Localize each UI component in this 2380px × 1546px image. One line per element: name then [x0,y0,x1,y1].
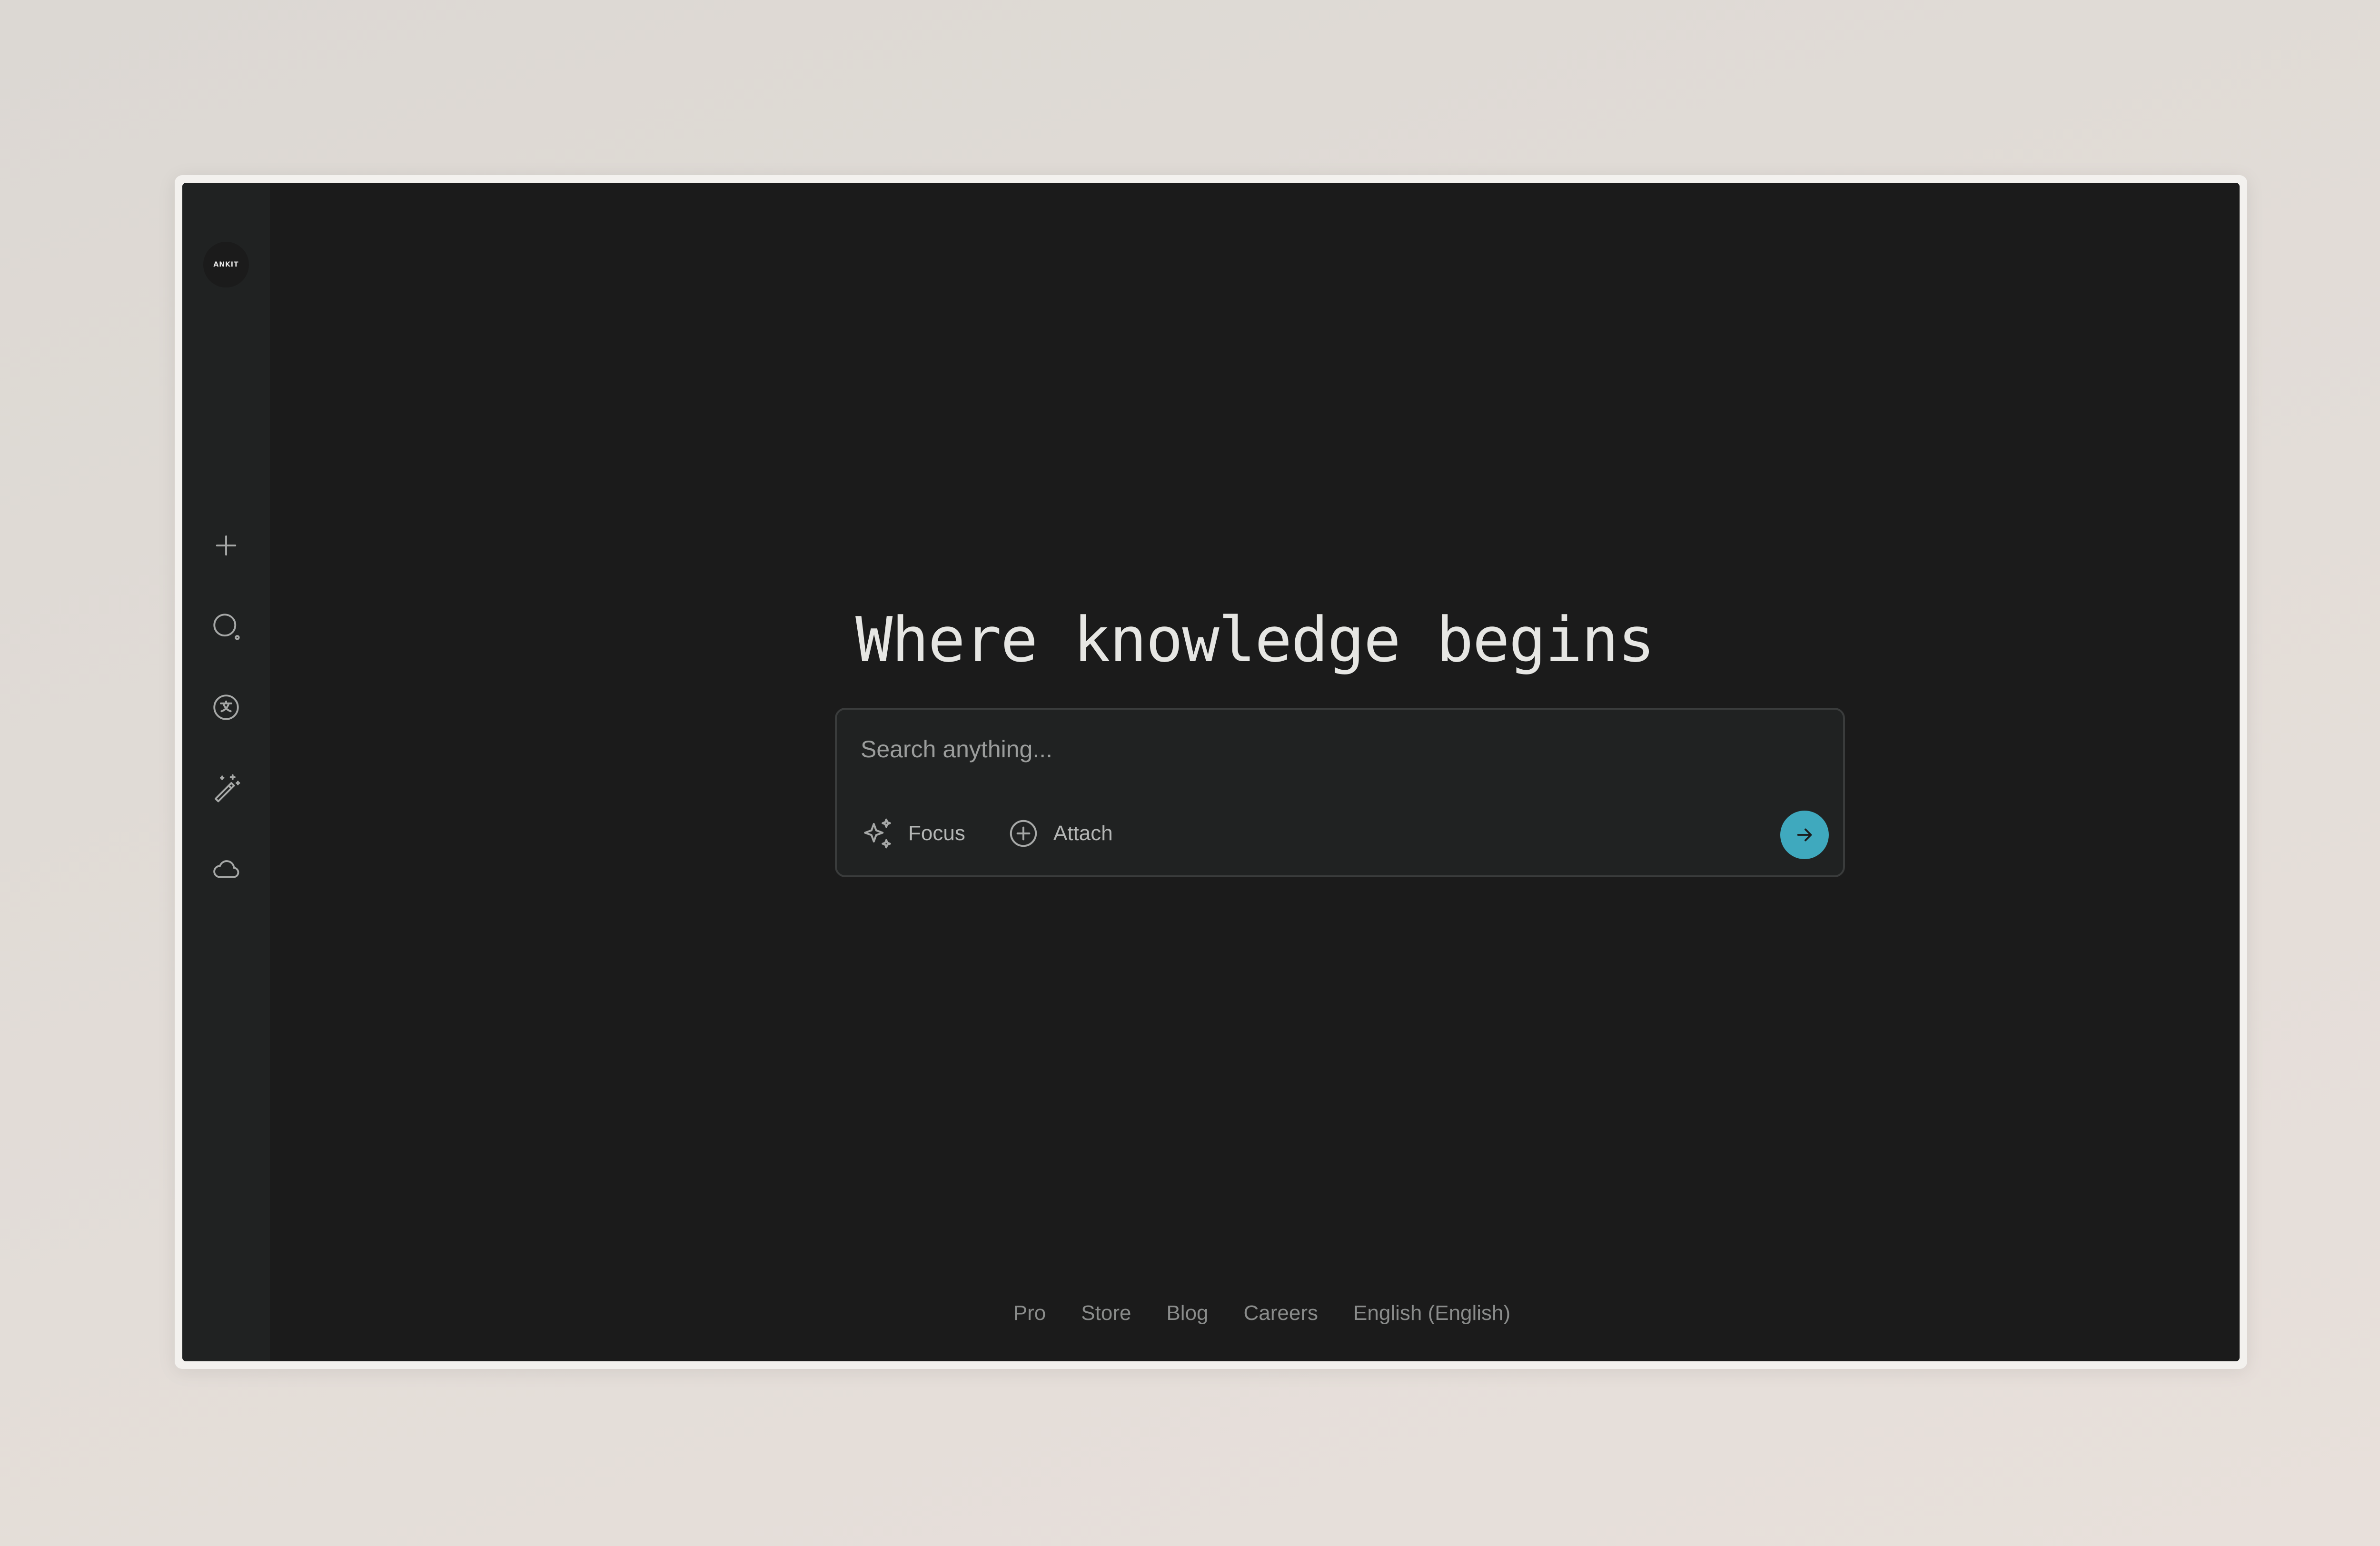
search-box: Focus Attach [835,708,1845,877]
magic-nav-button[interactable] [209,771,243,805]
app-window: ANKIT Where knowledge begins Search anyt… [182,183,2240,1361]
footer-link-pro[interactable]: Pro [1013,1301,1046,1325]
search-input[interactable] [860,730,1766,769]
magic-wand-icon [215,774,240,803]
arrow-right-icon [1797,828,1812,842]
focus-button[interactable]: Focus [861,812,965,855]
logo[interactable]: ANKIT [203,242,249,287]
browser-frame: ANKIT Where knowledge begins Search anyt… [175,175,2247,1369]
page-title: Where knowledge begins [855,604,1655,676]
cloud-nav-button[interactable] [209,852,243,886]
search-nav-button[interactable] [209,609,243,644]
attach-label: Attach [1053,822,1113,845]
footer-link-blog[interactable]: Blog [1166,1301,1208,1325]
submit-button[interactable] [1780,811,1829,859]
footer-links: Pro Store Blog Careers English (English) [270,1301,2240,1325]
translate-icon [213,694,239,720]
main-content: Where knowledge begins Focus [270,183,2240,1361]
attach-button[interactable]: Attach [1006,812,1113,855]
language-selector[interactable]: English (English) [1353,1301,1510,1325]
sparkles-icon [864,818,891,849]
logo-text: ANKIT [213,261,239,268]
translate-nav-button[interactable] [209,690,243,724]
sidebar: ANKIT [182,183,270,1361]
cloud-icon [213,860,239,878]
plus-circle-icon [1010,820,1037,847]
footer-link-store[interactable]: Store [1081,1301,1131,1325]
search-icon [213,614,240,640]
focus-label: Focus [908,822,965,845]
footer-link-careers[interactable]: Careers [1244,1301,1319,1325]
plus-icon [216,535,237,556]
new-thread-button[interactable] [209,528,243,563]
